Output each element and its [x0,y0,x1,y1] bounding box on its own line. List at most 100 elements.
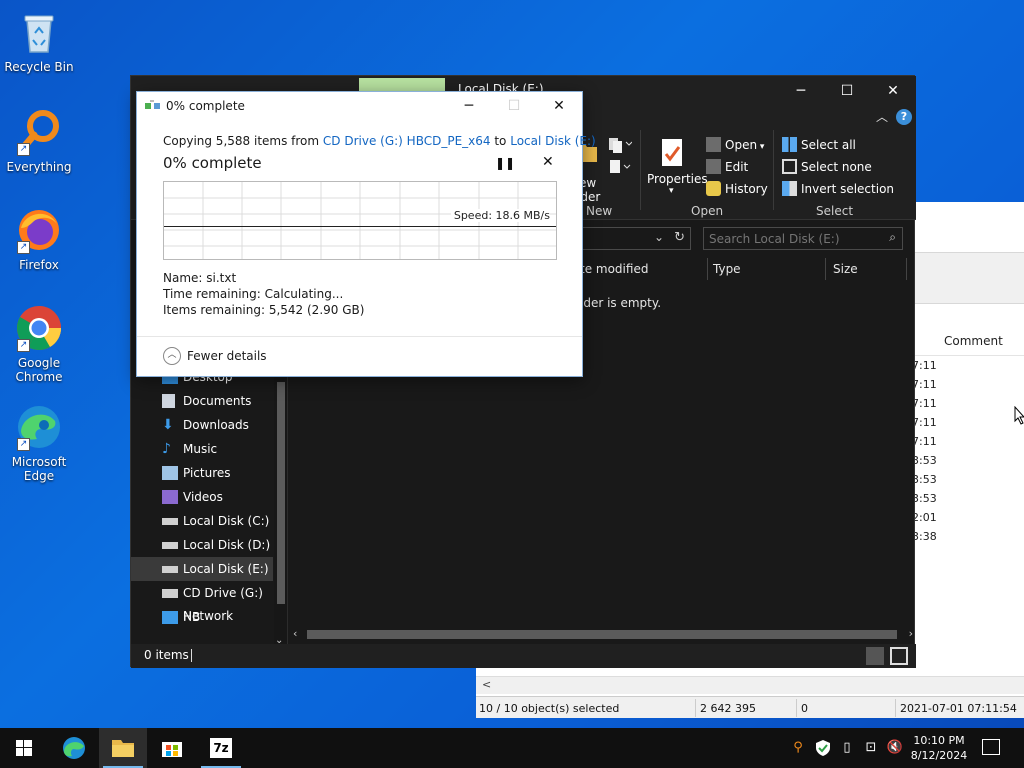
search-input[interactable] [709,230,879,247]
refresh-icon[interactable]: ↻ [674,230,685,245]
help-icon[interactable]: ? [896,109,912,125]
search-box[interactable]: ⌕ [703,227,903,250]
nav-item-local-disk-c[interactable]: Local Disk (C:) [131,509,273,533]
everything-search-icon: ↗ [15,108,63,156]
nav-item-local-disk-d[interactable]: Local Disk (D:) [131,533,273,557]
security-shield-icon[interactable] [814,739,832,757]
desktop-icon-firefox[interactable]: ↗ Firefox [1,206,77,272]
taskbar-edge[interactable] [50,728,98,768]
pictures-folder-icon [162,466,178,480]
search-icon[interactable]: ⌕ [889,230,896,245]
select-all-row[interactable]: Select all [782,137,856,152]
usb-device-icon[interactable]: ▯ [838,739,856,757]
taskbar-store[interactable] [148,728,196,768]
open-button[interactable]: Open [725,138,757,152]
shortcut-arrow-icon: ↗ [17,241,30,254]
nav-item-label: Music [183,442,218,456]
start-button[interactable] [0,728,48,768]
navigation-pane[interactable]: Desktop Documents ⬇ Downloads ♪ Music Pi… [131,368,287,648]
taskbar-7zip[interactable]: 7z [197,728,245,768]
drive-icon [162,566,178,573]
horizontal-scrollbar[interactable]: < [476,676,1024,694]
chevron-down-icon[interactable]: ⌄ [654,230,664,244]
nav-item-local-disk-e[interactable]: Local Disk (E:) [131,557,273,581]
open-row[interactable]: Open ▾ [706,137,764,152]
pause-icon[interactable]: ❚❚ [495,156,515,170]
minimize-button[interactable]: ─ [446,92,492,120]
column-divider[interactable] [825,258,826,280]
shortcut-arrow-icon: ↗ [17,143,30,156]
scroll-left-arrow[interactable]: < [482,678,491,691]
new-item-icon[interactable] [608,136,633,157]
nav-item-pictures[interactable]: Pictures [131,461,273,485]
scrollbar-thumb[interactable] [307,630,897,639]
nav-item-cd-drive-g[interactable]: CD Drive (G:) HB [131,581,273,624]
column-divider[interactable] [906,258,907,280]
firefox-icon: ↗ [15,206,63,254]
copy-progress-dialog[interactable]: 0% complete ─ ☐ ✕ Copying 5,588 items fr… [136,91,596,377]
system-clock[interactable]: 10:10 PM 8/12/2024 [908,733,970,763]
column-divider[interactable] [707,258,708,280]
scrollbar-thumb[interactable] [277,382,285,604]
edit-button[interactable]: Edit [725,160,748,174]
select-all-button[interactable]: Select all [801,138,856,152]
notification-center-icon[interactable] [982,739,1000,755]
nav-item-documents[interactable]: Documents [131,389,273,413]
network-tray-icon[interactable]: ⊡ [862,739,880,757]
history-button[interactable]: History [725,182,768,196]
network-icon [162,611,178,624]
ribbon-group-open: Open [691,204,724,218]
maximize-button: ☐ [507,98,521,114]
speed-label: Speed: 18.6 MB/s [450,209,550,222]
desktop-icon-google-chrome[interactable]: ↗ Google Chrome [1,304,77,384]
fewer-details-row[interactable]: ︿ Fewer details [137,336,582,376]
desktop-icon-recycle-bin[interactable]: Recycle Bin [1,8,77,74]
cancel-icon[interactable]: ✕ [542,154,554,170]
collapse-ribbon-icon[interactable]: ︿ [876,108,888,125]
taskbar-file-explorer[interactable] [99,728,147,768]
desktop-icon-everything[interactable]: ↗ Everything [1,108,77,174]
maximize-button[interactable]: ☐ [824,76,870,106]
minimize-button[interactable]: ─ [778,76,824,106]
source-link[interactable]: CD Drive (G:) HBCD_PE_x64 [323,134,491,148]
desktop-icon-microsoft-edge[interactable]: ↗ Microsoft Edge [1,403,77,483]
scroll-right-arrow[interactable]: › [909,627,913,640]
nav-item-network[interactable]: Network [131,608,273,624]
volume-muted-icon[interactable]: 🔇 [886,739,904,757]
fewer-details-button[interactable]: Fewer details [187,349,267,363]
copy-description: Copying 5,588 items from CD Drive (G:) H… [163,134,596,148]
7zip-icon-label: 7z [213,741,229,755]
history-row[interactable]: History [706,181,768,196]
nav-item-music[interactable]: ♪ Music [131,437,273,461]
destination-link[interactable]: Local Disk (E:) [510,134,596,148]
navigation-scrollbar[interactable]: ⌄ [274,368,287,648]
file-list-horizontal-scrollbar[interactable]: ‹ › [291,627,915,643]
select-none-button[interactable]: Select none [801,160,872,174]
large-icons-view-button[interactable] [890,647,908,665]
close-button[interactable]: ✕ [536,92,582,120]
scroll-left-arrow[interactable]: ‹ [293,627,297,640]
details-view-button[interactable] [866,647,884,665]
column-header-size[interactable]: Size [833,262,858,276]
everything-tray-icon[interactable]: ⚲ [789,739,807,757]
invert-selection-button[interactable]: Invert selection [801,182,894,196]
select-all-icon [782,137,797,152]
chevron-up-icon[interactable]: ︿ [163,347,181,365]
edit-row[interactable]: Edit [706,159,748,174]
nav-item-downloads[interactable]: ⬇ Downloads [131,413,273,437]
select-none-row[interactable]: Select none [782,159,872,174]
properties-dropdown-icon[interactable]: ▾ [669,186,674,196]
close-button[interactable]: ✕ [870,76,916,106]
nav-item-videos[interactable]: Videos [131,485,273,509]
properties-button[interactable]: Properties [647,172,708,186]
invert-selection-row[interactable]: Invert selection [782,181,894,196]
properties-icon[interactable] [660,138,686,171]
list-item-time: 3:53 [912,492,937,505]
column-header-type[interactable]: Type [713,262,741,276]
dialog-title-bar[interactable]: 0% complete ─ ☐ ✕ [137,92,582,120]
edge-icon [63,737,85,759]
column-header-comment[interactable]: Comment [944,334,1003,348]
items-remaining: Items remaining: 5,542 (2.90 GB) [163,303,365,317]
easy-access-icon[interactable] [608,158,632,179]
column-header-date-modified[interactable]: te modified [580,262,648,276]
